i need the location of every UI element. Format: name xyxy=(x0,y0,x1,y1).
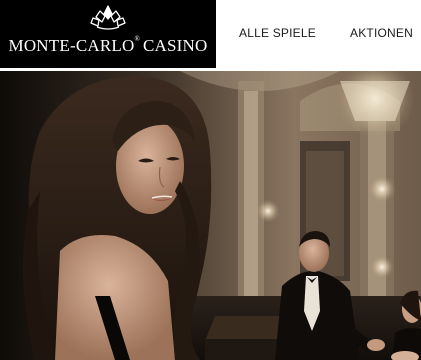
crown-emblem-icon xyxy=(90,5,126,30)
hero-banner xyxy=(0,71,421,360)
registered-mark: ® xyxy=(134,35,140,43)
nav-promotions[interactable]: AKTIONEN xyxy=(350,26,413,40)
nav-all-games[interactable]: ALLE SPIELE xyxy=(239,26,316,40)
logo-home-link[interactable]: MONTE-CARLO® CASINO xyxy=(0,0,216,68)
woman-figure xyxy=(22,76,212,360)
page: MONTE-CARLO® CASINO ALLE SPIELE AKTIONEN xyxy=(0,0,421,360)
hero-image xyxy=(0,71,421,360)
logo-suffix: CASINO xyxy=(142,36,208,55)
logo-wordmark: MONTE-CARLO® CASINO xyxy=(0,35,216,56)
logo-brand: MONTE-CARLO xyxy=(8,36,135,55)
